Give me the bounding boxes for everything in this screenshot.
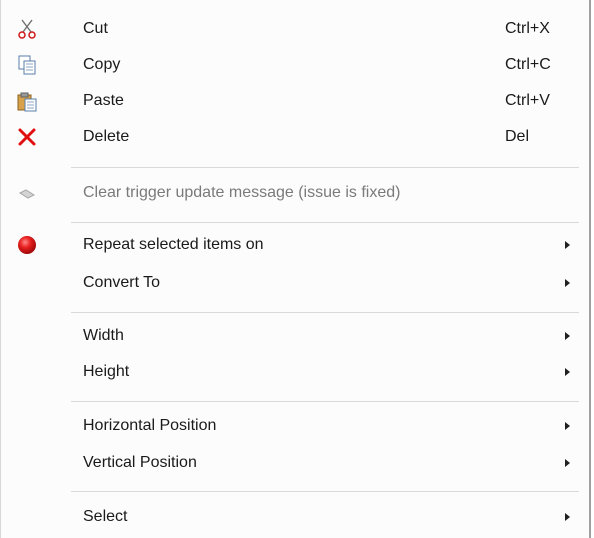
menu-item-vertical-position[interactable]: Vertical Position: [1, 446, 589, 480]
menu-separator: [71, 491, 579, 492]
menu-item-clear-trigger[interactable]: Clear trigger update message (issue is f…: [1, 176, 589, 210]
menu-item-label: Delete: [83, 128, 130, 145]
menu-item-label: Vertical Position: [83, 454, 197, 471]
eraser-icon: [15, 181, 39, 205]
menu-item-shortcut: Ctrl+X: [505, 20, 550, 37]
delete-x-icon: [15, 125, 39, 149]
menu-item-cut[interactable]: Cut Ctrl+X: [1, 12, 589, 46]
menu-item-label: Paste: [83, 92, 124, 109]
menu-item-label: Clear trigger update message (issue is f…: [83, 184, 401, 201]
menu-item-label: Cut: [83, 20, 108, 37]
copy-icon: [15, 53, 39, 77]
menu-item-label: Horizontal Position: [83, 417, 217, 434]
red-dot-icon: [15, 233, 39, 257]
paste-icon: [15, 89, 39, 113]
menu-separator: [71, 167, 579, 168]
menu-item-label: Repeat selected items on: [83, 236, 264, 253]
menu-item-shortcut: Del: [505, 128, 530, 145]
menu-item-shortcut: Ctrl+V: [505, 92, 550, 109]
submenu-arrow-icon: [565, 422, 570, 430]
submenu-arrow-icon: [565, 513, 570, 521]
menu-item-repeat-selected[interactable]: Repeat selected items on: [1, 228, 589, 262]
menu-item-width[interactable]: Width: [1, 319, 589, 353]
submenu-arrow-icon: [565, 332, 570, 340]
menu-item-label: Width: [83, 327, 124, 344]
submenu-arrow-icon: [565, 279, 570, 287]
menu-item-delete[interactable]: Delete Del: [1, 120, 589, 154]
menu-item-paste[interactable]: Paste Ctrl+V: [1, 84, 589, 118]
scissors-icon: [15, 17, 39, 41]
menu-item-copy[interactable]: Copy Ctrl+C: [1, 48, 589, 82]
menu-item-label: Select: [83, 508, 128, 525]
submenu-arrow-icon: [565, 368, 570, 376]
menu-item-shortcut: Ctrl+C: [505, 56, 551, 73]
menu-separator: [71, 401, 579, 402]
menu-separator: [71, 312, 579, 313]
menu-item-label: Height: [83, 363, 130, 380]
menu-item-label: Convert To: [83, 274, 161, 291]
menu-separator: [71, 222, 579, 223]
submenu-arrow-icon: [565, 459, 570, 467]
menu-item-label: Copy: [83, 56, 121, 73]
menu-item-convert-to[interactable]: Convert To: [1, 266, 589, 300]
menu-item-select[interactable]: Select: [1, 500, 589, 534]
submenu-arrow-icon: [565, 241, 570, 249]
context-menu: Cut Ctrl+X Copy Ctrl+C Paste Ctrl+V Dele…: [0, 0, 591, 538]
menu-item-height[interactable]: Height: [1, 355, 589, 389]
menu-item-horizontal-position[interactable]: Horizontal Position: [1, 409, 589, 443]
